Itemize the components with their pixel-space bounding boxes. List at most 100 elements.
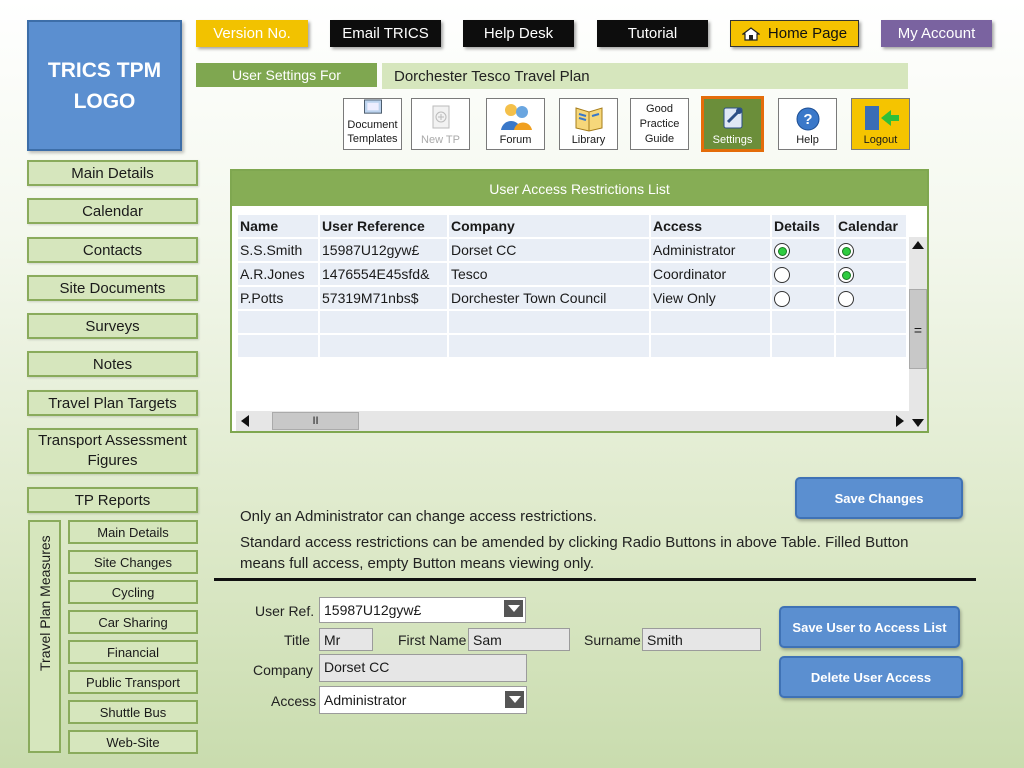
logo-line1: TRICS TPM xyxy=(47,58,162,82)
email-trics-button[interactable]: Email TRICS xyxy=(330,20,441,47)
title-field[interactable]: Mr xyxy=(319,628,373,651)
user-ref-label: User Ref. xyxy=(255,603,315,619)
sidebar-item-tp-reports[interactable]: TP Reports xyxy=(27,487,198,513)
sidebar-item-notes[interactable]: Notes xyxy=(27,351,198,377)
cell-access: View Only xyxy=(649,285,772,311)
home-page-label: Home Page xyxy=(767,25,848,42)
measure-shuttle-bus[interactable]: Shuttle Bus xyxy=(68,700,198,724)
sidebar-item-surveys[interactable]: Surveys xyxy=(27,313,198,339)
details-radio[interactable] xyxy=(774,266,790,283)
document-templates-label: Document Templates xyxy=(347,119,398,145)
measure-financial[interactable]: Financial xyxy=(68,640,198,664)
horizontal-scrollbar[interactable]: II xyxy=(236,411,909,431)
cell-calendar xyxy=(834,285,908,311)
first-name-field[interactable]: Sam xyxy=(468,628,570,651)
save-changes-button[interactable]: Save Changes xyxy=(795,477,963,519)
sidebar-item-main-details[interactable]: Main Details xyxy=(27,160,198,186)
chevron-down-icon[interactable] xyxy=(505,691,524,708)
new-tp-icon xyxy=(432,105,449,129)
home-page-button[interactable]: Home Page xyxy=(730,20,859,47)
column-header-name: Name xyxy=(236,213,320,239)
forum-button[interactable]: Forum xyxy=(486,98,545,150)
table-row[interactable]: S.S.Smith 15987U12gyw£ Dorset CC Adminis… xyxy=(236,237,908,263)
surname-label: Surname xyxy=(584,632,641,648)
user-ref-select[interactable]: 15987U12gyw£ xyxy=(319,597,526,623)
measure-main-details[interactable]: Main Details xyxy=(68,520,198,544)
cell-company: Tesco xyxy=(447,261,651,287)
access-select[interactable]: Administrator xyxy=(319,686,527,714)
user-ref-value: 15987U12gyw£ xyxy=(324,602,422,618)
measure-public-transport[interactable]: Public Transport xyxy=(68,670,198,694)
cell-company: Dorchester Town Council xyxy=(447,285,651,311)
cell-details xyxy=(770,237,836,263)
sidebar-item-contacts[interactable]: Contacts xyxy=(27,237,198,263)
delete-user-access-button[interactable]: Delete User Access xyxy=(779,656,963,698)
help-button[interactable]: ? Help xyxy=(778,98,837,150)
cell-name: P.Potts xyxy=(236,285,320,311)
trics-tpm-logo: TRICS TPM LOGO xyxy=(27,20,182,151)
admin-note: Only an Administrator can change access … xyxy=(240,508,597,525)
cell-name: S.S.Smith xyxy=(236,237,320,263)
my-account-button[interactable]: My Account xyxy=(881,20,992,47)
library-label: Library xyxy=(571,134,606,146)
scroll-up-icon[interactable] xyxy=(911,240,925,250)
company-label: Company xyxy=(253,662,313,678)
table-row[interactable]: P.Potts 57319M71nbs$ Dorchester Town Cou… xyxy=(236,285,908,311)
vertical-scroll-thumb[interactable]: = xyxy=(909,289,927,369)
cell-calendar xyxy=(834,261,908,287)
settings-label: Settings xyxy=(712,134,753,146)
version-button[interactable]: Version No. xyxy=(196,20,308,47)
measure-web-site[interactable]: Web-Site xyxy=(68,730,198,754)
surname-field[interactable]: Smith xyxy=(642,628,761,651)
details-radio[interactable] xyxy=(774,290,790,307)
access-restrictions-panel: User Access Restrictions List Name User … xyxy=(230,169,929,433)
help-label: Help xyxy=(796,134,819,146)
library-button[interactable]: Library xyxy=(559,98,618,150)
chevron-down-icon[interactable] xyxy=(504,600,523,617)
measure-site-changes[interactable]: Site Changes xyxy=(68,550,198,574)
access-label: Access xyxy=(271,693,317,709)
horizontal-scroll-thumb[interactable]: II xyxy=(272,412,359,430)
scroll-left-icon[interactable] xyxy=(240,414,250,428)
cell-name: A.R.Jones xyxy=(236,261,320,287)
document-icon xyxy=(363,99,382,114)
company-field[interactable]: Dorset CC xyxy=(319,654,527,682)
access-table-title: User Access Restrictions List xyxy=(232,171,927,206)
save-user-to-access-list-button[interactable]: Save User to Access List xyxy=(779,606,960,648)
cell-company: Dorset CC xyxy=(447,237,651,263)
tutorial-button[interactable]: Tutorial xyxy=(597,20,708,47)
plan-title: Dorchester Tesco Travel Plan xyxy=(382,63,908,89)
table-row[interactable]: A.R.Jones 1476554E45sfd& Tesco Coordinat… xyxy=(236,261,908,287)
calendar-radio[interactable] xyxy=(838,242,854,259)
svg-text:?: ? xyxy=(803,111,812,128)
first-name-label: First Name xyxy=(398,632,467,648)
scroll-down-icon[interactable] xyxy=(911,418,925,428)
good-practice-guide-button[interactable]: Good Practice Guide xyxy=(630,98,689,150)
help-desk-button[interactable]: Help Desk xyxy=(463,20,574,47)
logout-icon xyxy=(864,106,899,130)
travel-plan-measures-label: Travel Plan Measures xyxy=(37,535,53,671)
measure-car-sharing[interactable]: Car Sharing xyxy=(68,610,198,634)
settings-button[interactable]: Settings xyxy=(701,96,764,152)
access-value: Administrator xyxy=(324,692,407,708)
logout-button[interactable]: Logout xyxy=(851,98,910,150)
logo-line2: LOGO xyxy=(73,89,136,113)
calendar-radio[interactable] xyxy=(838,266,854,283)
document-templates-button[interactable]: Document Templates xyxy=(343,98,402,150)
details-radio[interactable] xyxy=(774,242,790,259)
calendar-radio[interactable] xyxy=(838,290,854,307)
vertical-scrollbar[interactable]: = xyxy=(909,237,927,431)
restrictions-note: Standard access restrictions can be amen… xyxy=(240,534,909,572)
sidebar-item-transport-assessment[interactable]: Transport Assessment Figures xyxy=(27,428,198,474)
cell-access: Coordinator xyxy=(649,261,772,287)
sidebar-item-site-documents[interactable]: Site Documents xyxy=(27,275,198,301)
scroll-right-icon[interactable] xyxy=(895,414,905,428)
logout-label: Logout xyxy=(863,134,898,146)
sidebar-item-calendar[interactable]: Calendar xyxy=(27,198,198,224)
column-header-company: Company xyxy=(447,213,651,239)
table-header-row: Name User Reference Company Access Detai… xyxy=(236,213,908,239)
measure-cycling[interactable]: Cycling xyxy=(68,580,198,604)
new-tp-button[interactable]: New TP xyxy=(411,98,470,150)
cell-calendar xyxy=(834,237,908,263)
sidebar-item-travel-plan-targets[interactable]: Travel Plan Targets xyxy=(27,390,198,416)
